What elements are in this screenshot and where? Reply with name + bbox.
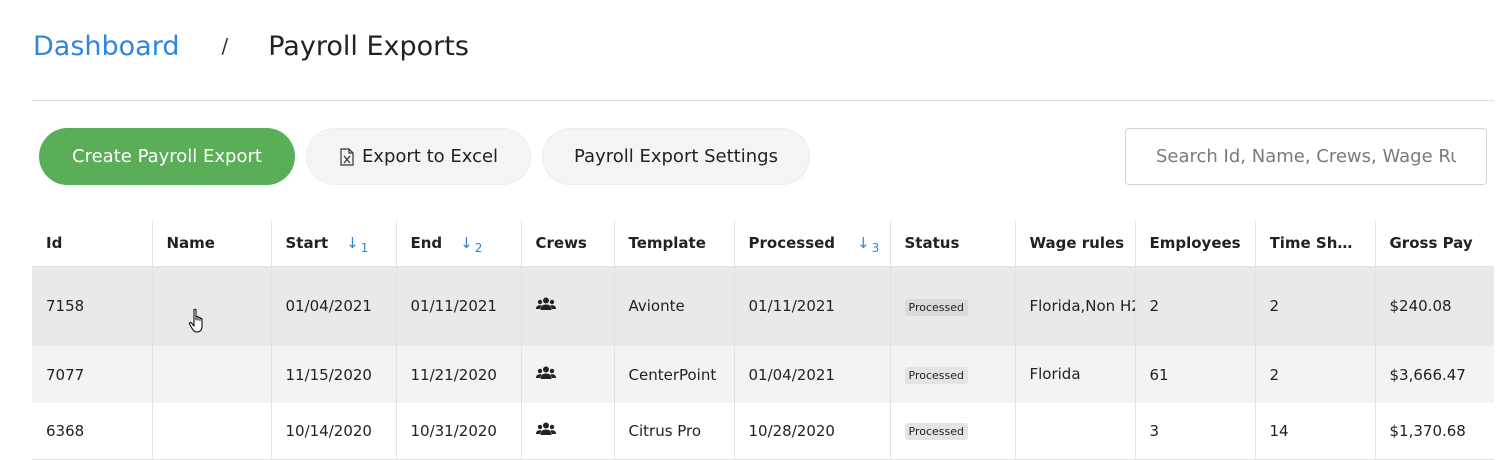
cell-crews xyxy=(520,266,614,346)
cell-time-sheets: 2 xyxy=(1254,346,1375,403)
create-payroll-export-button[interactable]: Create Payroll Export xyxy=(39,128,295,185)
column-header-start[interactable]: Start ↓ 1 xyxy=(270,221,396,267)
cell-start: 11/15/2020 xyxy=(270,346,396,403)
cell-id: 6368 xyxy=(32,403,152,460)
status-badge: Processed xyxy=(904,298,968,316)
cell-time-sheets: 14 xyxy=(1254,403,1375,460)
users-icon[interactable] xyxy=(535,366,556,380)
payroll-export-settings-button[interactable]: Payroll Export Settings xyxy=(542,128,810,185)
column-header-template[interactable]: Template xyxy=(613,221,734,267)
page-title: Payroll Exports xyxy=(268,30,469,62)
sort-descending-icon: ↓ 2 xyxy=(460,234,483,256)
sort-order-badge: 3 xyxy=(871,241,880,256)
cell-processed: 01/04/2021 xyxy=(733,346,890,403)
cell-status: Processed xyxy=(889,403,1015,460)
cell-status: Processed xyxy=(889,266,1015,346)
column-header-status[interactable]: Status xyxy=(889,221,1015,267)
header-divider xyxy=(32,100,1494,101)
cell-crews xyxy=(520,346,614,403)
sort-descending-icon: ↓ 3 xyxy=(857,234,880,256)
sort-order-badge: 1 xyxy=(360,241,369,256)
column-header-gross-pay[interactable]: Gross Pay xyxy=(1374,221,1494,267)
cell-name xyxy=(151,346,271,403)
sort-descending-icon: ↓ 1 xyxy=(346,234,369,256)
table-row[interactable]: 7158 01/04/2021 01/11/2021 Avionte 01/11… xyxy=(32,266,1494,346)
column-header-id[interactable]: Id xyxy=(32,221,152,267)
cell-end: 10/31/2020 xyxy=(395,403,521,460)
cell-employees: 2 xyxy=(1134,266,1255,346)
column-header-processed[interactable]: Processed ↓ 3 xyxy=(733,221,890,267)
column-header-time-sheets[interactable]: Time Shee... xyxy=(1254,221,1375,267)
breadcrumb: Dashboard / Payroll Exports xyxy=(33,26,469,66)
table-row[interactable]: 7077 11/15/2020 11/21/2020 CenterPoint 0… xyxy=(32,346,1494,403)
cell-template: Avionte xyxy=(613,266,734,346)
cell-id: 7077 xyxy=(32,346,152,403)
cell-name xyxy=(151,403,271,460)
payroll-exports-table: Id Name Start ↓ 1 End ↓ 2 Crews Template P… xyxy=(32,221,1494,460)
export-to-excel-label: Export to Excel xyxy=(361,146,499,167)
hand-pointer-icon xyxy=(188,308,208,338)
cell-name xyxy=(151,266,271,346)
cell-template: Citrus Pro xyxy=(613,403,734,460)
cell-wage-rules xyxy=(1014,403,1135,460)
cell-gross-pay: $1,370.68 xyxy=(1374,403,1494,460)
breadcrumb-dashboard-link[interactable]: Dashboard xyxy=(33,31,179,62)
cell-wage-rules: Florida xyxy=(1014,346,1135,403)
column-header-employees[interactable]: Employees xyxy=(1134,221,1255,267)
cell-template: CenterPoint xyxy=(613,346,734,403)
status-badge: Processed xyxy=(904,423,968,441)
sort-order-badge: 2 xyxy=(474,241,483,256)
column-header-name[interactable]: Name xyxy=(151,221,271,267)
table-header-row: Id Name Start ↓ 1 End ↓ 2 Crews Template P… xyxy=(32,221,1494,267)
cell-processed: 10/28/2020 xyxy=(733,403,890,460)
cell-employees: 3 xyxy=(1134,403,1255,460)
cell-crews xyxy=(520,403,614,460)
payroll-export-settings-label: Payroll Export Settings xyxy=(574,146,778,167)
cell-start: 10/14/2020 xyxy=(270,403,396,460)
users-icon[interactable] xyxy=(535,297,556,311)
status-badge: Processed xyxy=(904,367,968,384)
excel-file-icon xyxy=(339,147,355,166)
cell-id: 7158 xyxy=(32,266,152,346)
column-header-wage-rules[interactable]: Wage rules xyxy=(1014,221,1135,267)
cell-end: 11/21/2020 xyxy=(395,346,521,403)
column-header-crews[interactable]: Crews xyxy=(520,221,614,267)
cell-processed: 01/11/2021 xyxy=(733,266,890,346)
cell-employees: 61 xyxy=(1134,346,1255,403)
cell-status: Processed xyxy=(889,346,1015,403)
create-payroll-export-label: Create Payroll Export xyxy=(72,146,262,167)
export-to-excel-button[interactable]: Export to Excel xyxy=(306,128,531,185)
cell-gross-pay: $240.08 xyxy=(1374,266,1494,346)
search-input[interactable] xyxy=(1125,128,1487,185)
cell-end: 01/11/2021 xyxy=(395,266,521,346)
cell-gross-pay: $3,666.47 xyxy=(1374,346,1494,403)
table-row[interactable]: 6368 10/14/2020 10/31/2020 Citrus Pro 10… xyxy=(32,403,1494,460)
breadcrumb-separator: / xyxy=(221,34,229,58)
users-icon[interactable] xyxy=(535,422,556,436)
cell-wage-rules: Florida,Non H2A xyxy=(1014,266,1135,346)
cell-start: 01/04/2021 xyxy=(270,266,396,346)
column-header-end[interactable]: End ↓ 2 xyxy=(395,221,521,267)
cell-time-sheets: 2 xyxy=(1254,266,1375,346)
